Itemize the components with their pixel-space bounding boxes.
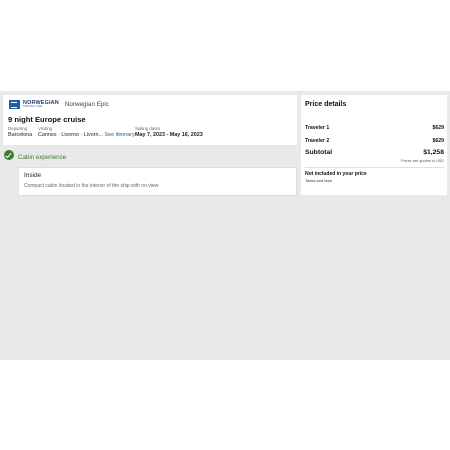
departing-info: Departing Barcelona — [8, 126, 32, 138]
sailing-dates-value: May 7, 2023 - May 16, 2023 — [135, 132, 203, 138]
price-details-card: Price details Traveler 1 $629 Traveler 2… — [301, 95, 447, 195]
currency-note: Prices are quoted in USD — [401, 159, 444, 163]
traveler-1-label: Traveler 1 — [305, 125, 330, 131]
cabin-type: Inside — [24, 172, 42, 179]
visiting-row: Cannes · Livorno · Livorn... See itinera… — [38, 132, 135, 138]
trip-title: 9 night Europe cruise — [8, 115, 86, 124]
departing-value: Barcelona — [8, 132, 33, 138]
cabin-experience-label: Cabin experience — [18, 154, 67, 161]
taxes-and-fees: Taxes and fees — [305, 178, 332, 183]
sailing-dates-label: Sailing dates — [135, 126, 161, 131]
cabin-option[interactable]: Inside Compact cabin located in the inte… — [18, 167, 297, 196]
visiting-label: Visiting — [38, 126, 53, 131]
ship-name: Norwegian Epic — [64, 101, 109, 108]
brand-row: NORWEGIAN CRUISE LINE Norwegian Epic — [9, 100, 109, 109]
subtotal-value: $1,258 — [423, 149, 444, 156]
see-itinerary-link[interactable]: See itinerary — [105, 132, 135, 138]
not-included-heading: Not included in your price — [305, 171, 367, 177]
visiting-info: Visiting Cannes · Livorno · Livorn... Se… — [38, 126, 135, 138]
price-divider — [305, 167, 444, 168]
price-row-traveler-2: Traveler 2 $629 — [305, 138, 444, 144]
visiting-value: Cannes · Livorno · Livorn... — [38, 132, 104, 138]
traveler-1-price: $629 — [432, 125, 444, 131]
subtotal-row: Subtotal $1,258 — [305, 149, 444, 156]
check-circle-icon — [4, 150, 14, 160]
brand-subtitle: CRUISE LINE — [23, 104, 43, 108]
price-row-traveler-1: Traveler 1 $629 — [305, 125, 444, 131]
brand-wordmark: NORWEGIAN CRUISE LINE — [23, 100, 59, 109]
subtotal-label: Subtotal — [305, 149, 333, 156]
cabin-description: Compact cabin located in the interior of… — [24, 183, 160, 189]
price-details-heading: Price details — [305, 101, 347, 108]
departing-label: Departing — [8, 126, 28, 131]
traveler-2-price: $629 — [432, 138, 444, 144]
sailing-dates-info: Sailing dates May 7, 2023 - May 16, 2023 — [135, 126, 203, 138]
norwegian-logo-icon — [9, 100, 20, 109]
traveler-2-label: Traveler 2 — [305, 138, 330, 144]
